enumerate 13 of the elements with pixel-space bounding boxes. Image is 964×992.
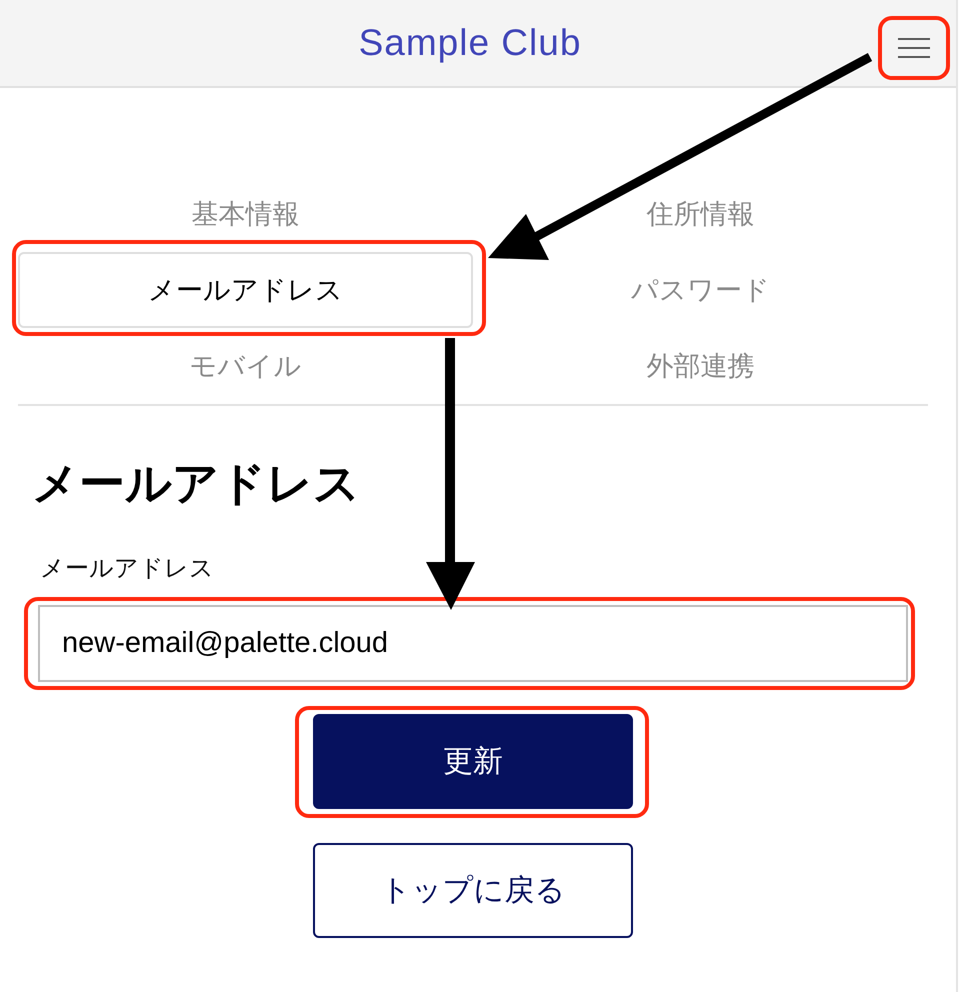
tab[interactable]: 住所情報 [473,176,928,252]
menu-icon [898,38,930,58]
tab[interactable]: メールアドレス [18,252,473,328]
update-button[interactable]: 更新 [313,714,633,809]
tab[interactable]: モバイル [18,328,473,404]
site-title: Sample Club [358,21,582,66]
email-field[interactable]: new-email@palette.cloud [38,605,908,682]
section-heading: メールアドレス [32,456,361,510]
tab[interactable]: 外部連携 [473,328,928,404]
tab[interactable]: パスワード [473,252,928,328]
back-to-top-button[interactable]: トップに戻る [313,843,633,938]
tab[interactable]: 基本情報 [18,176,473,252]
field-label: メールアドレス [40,554,215,584]
